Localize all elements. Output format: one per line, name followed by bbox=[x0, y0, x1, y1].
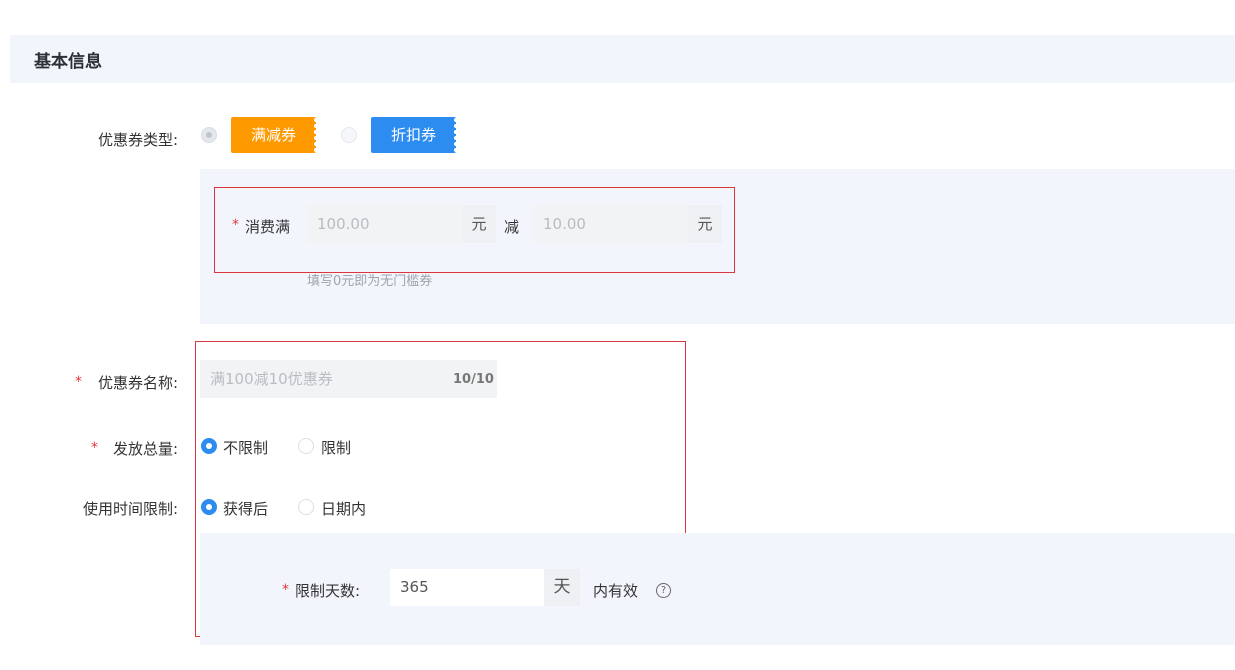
limit-days-label: 限制天数: bbox=[295, 582, 361, 600]
total-amount-option-unlimited[interactable]: 不限制 bbox=[223, 437, 268, 458]
usage-time-label: 使用时间限制: bbox=[82, 500, 178, 518]
spend-threshold-unit: 元 bbox=[462, 205, 496, 243]
limit-days-input[interactable]: 365 bbox=[390, 569, 544, 606]
spend-discount-input[interactable]: 10.00 bbox=[533, 205, 688, 243]
coupon-name-counter: 10/10 bbox=[453, 372, 494, 387]
usage-time-option-after-obtain[interactable]: 获得后 bbox=[223, 498, 268, 519]
total-amount-label: 发放总量: bbox=[112, 440, 178, 458]
section-title: 基本信息 bbox=[34, 52, 102, 72]
coupon-type-label: 优惠券类型: bbox=[97, 131, 178, 149]
spend-label: 消费满 bbox=[245, 218, 291, 236]
coupon-name-label: 优惠券名称: bbox=[97, 374, 178, 392]
help-icon[interactable]: ? bbox=[656, 583, 671, 598]
required-mark: * bbox=[232, 217, 239, 233]
total-amount-radio-unlimited[interactable] bbox=[201, 438, 217, 454]
usage-time-radio-date-range[interactable] bbox=[298, 499, 314, 515]
usage-time-option-date-range[interactable]: 日期内 bbox=[321, 498, 366, 519]
coupon-type-radio-full-reduction[interactable] bbox=[201, 127, 217, 143]
ticket-full-reduction[interactable]: 满减券 bbox=[231, 117, 319, 153]
minus-label: 减 bbox=[504, 218, 520, 236]
limit-days-suffix: 内有效 bbox=[593, 582, 639, 600]
required-mark: * bbox=[282, 582, 289, 598]
total-amount-radio-limited[interactable] bbox=[298, 438, 314, 454]
total-amount-option-limited[interactable]: 限制 bbox=[321, 437, 351, 458]
spend-threshold-input[interactable]: 100.00 bbox=[307, 205, 462, 243]
limit-days-unit: 天 bbox=[544, 569, 580, 606]
spend-hint: 填写0元即为无门槛券 bbox=[307, 274, 433, 289]
section-header bbox=[10, 35, 1235, 83]
usage-time-radio-after-obtain[interactable] bbox=[201, 499, 217, 515]
coupon-type-radio-discount[interactable] bbox=[341, 127, 357, 143]
ticket-discount[interactable]: 折扣券 bbox=[371, 117, 459, 153]
spend-discount-unit: 元 bbox=[688, 205, 722, 243]
